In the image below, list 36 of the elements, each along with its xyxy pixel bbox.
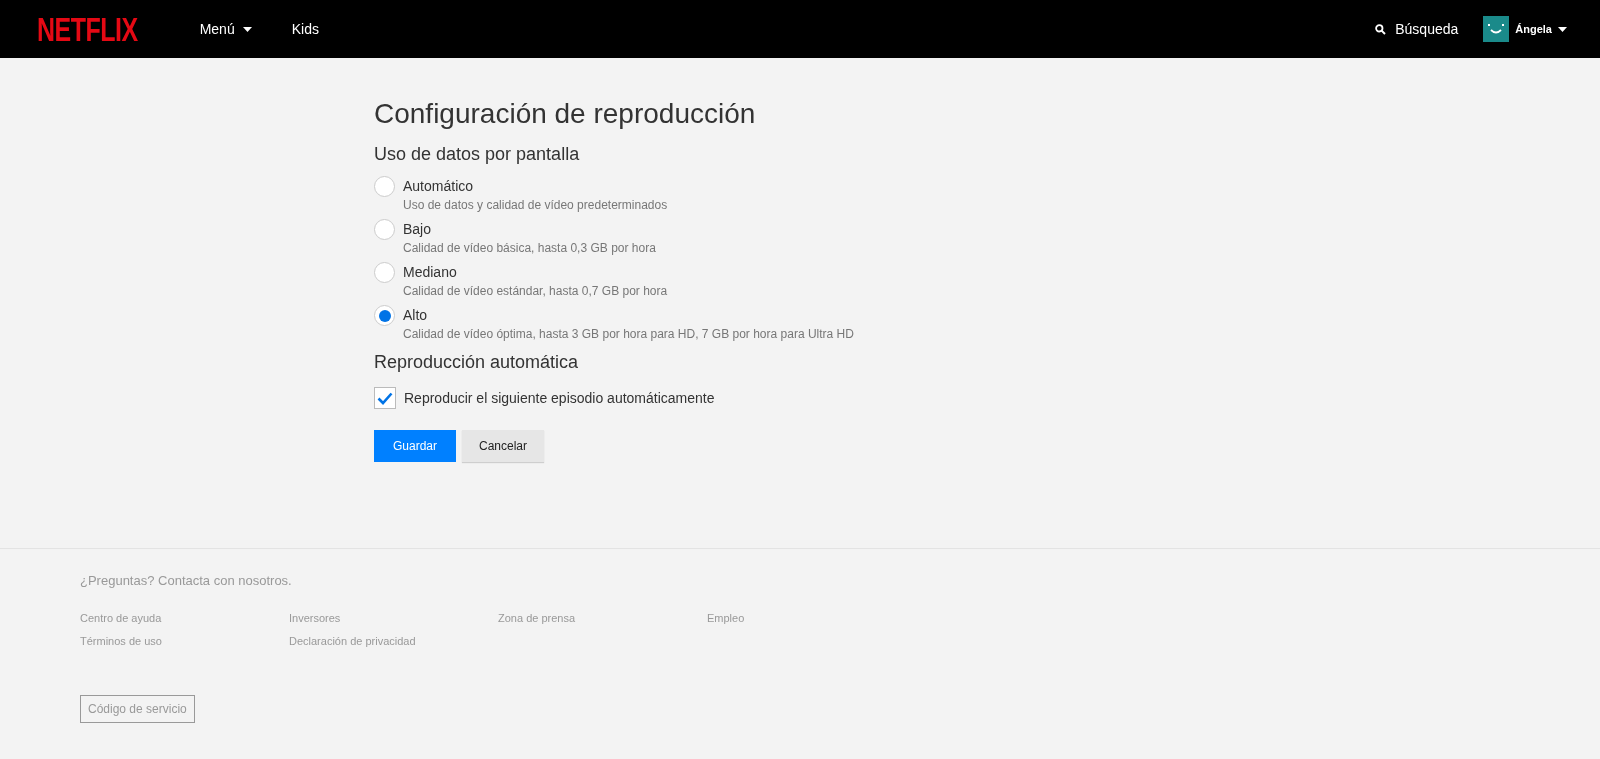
section-heading: Reproducción automática (374, 352, 580, 373)
footer-link[interactable]: Declaración de privacidad (289, 635, 498, 647)
footer-link[interactable]: Inversores (289, 612, 498, 624)
checkbox-label: Reproducir el siguiente episodio automáticamente (404, 388, 715, 408)
save-button[interactable]: Guardar (374, 430, 456, 462)
contact-link[interactable]: ¿Preguntas? Contacta con nosotros. (80, 573, 292, 588)
option-label: Bajo (403, 220, 433, 239)
footer-link[interactable]: Empleo (707, 612, 916, 624)
footer-link[interactable]: Términos de uso (80, 635, 289, 647)
radio-button[interactable] (374, 176, 395, 197)
option-label: Mediano (403, 263, 458, 282)
service-code-button[interactable]: Código de servicio (80, 695, 195, 723)
option-description: Calidad de vídeo básica, hasta 0,3 GB por hora (403, 240, 656, 257)
section-heading: Uso de datos por pantalla (374, 144, 581, 165)
radio-button[interactable] (374, 219, 395, 240)
search-icon (1375, 23, 1387, 35)
option-description: Calidad de vídeo óptima, hasta 3 GB por hora para HD, 7 GB por hora para Ultra HD (403, 326, 854, 343)
option-description: Calidad de vídeo estándar, hasta 0,7 GB por hora (403, 283, 668, 300)
option-label: Alto (403, 306, 429, 325)
footer-link[interactable]: Zona de prensa (498, 612, 707, 624)
option-description: Uso de datos y calidad de vídeo predeterminados (403, 197, 668, 214)
logo[interactable]: NETFLIX (37, 10, 138, 48)
smiley-avatar-icon (1483, 16, 1510, 42)
cancel-button[interactable]: Cancelar (462, 430, 544, 462)
caret-icon (242, 26, 252, 32)
radio-button[interactable] (374, 305, 395, 326)
caret-icon (1558, 26, 1567, 32)
footer-link[interactable]: Centro de ayuda (80, 612, 289, 624)
checkbox[interactable] (374, 387, 396, 409)
nav-link[interactable]: Kids (291, 21, 319, 37)
search-button[interactable]: Búsqueda (1375, 21, 1459, 37)
radio-button[interactable] (374, 262, 395, 283)
option-label: Automático (403, 177, 475, 196)
profile-menu[interactable]: Ángela (1483, 16, 1567, 42)
page-title: Configuración de reproducción (374, 98, 757, 130)
nav-link[interactable]: Menú (199, 21, 252, 37)
